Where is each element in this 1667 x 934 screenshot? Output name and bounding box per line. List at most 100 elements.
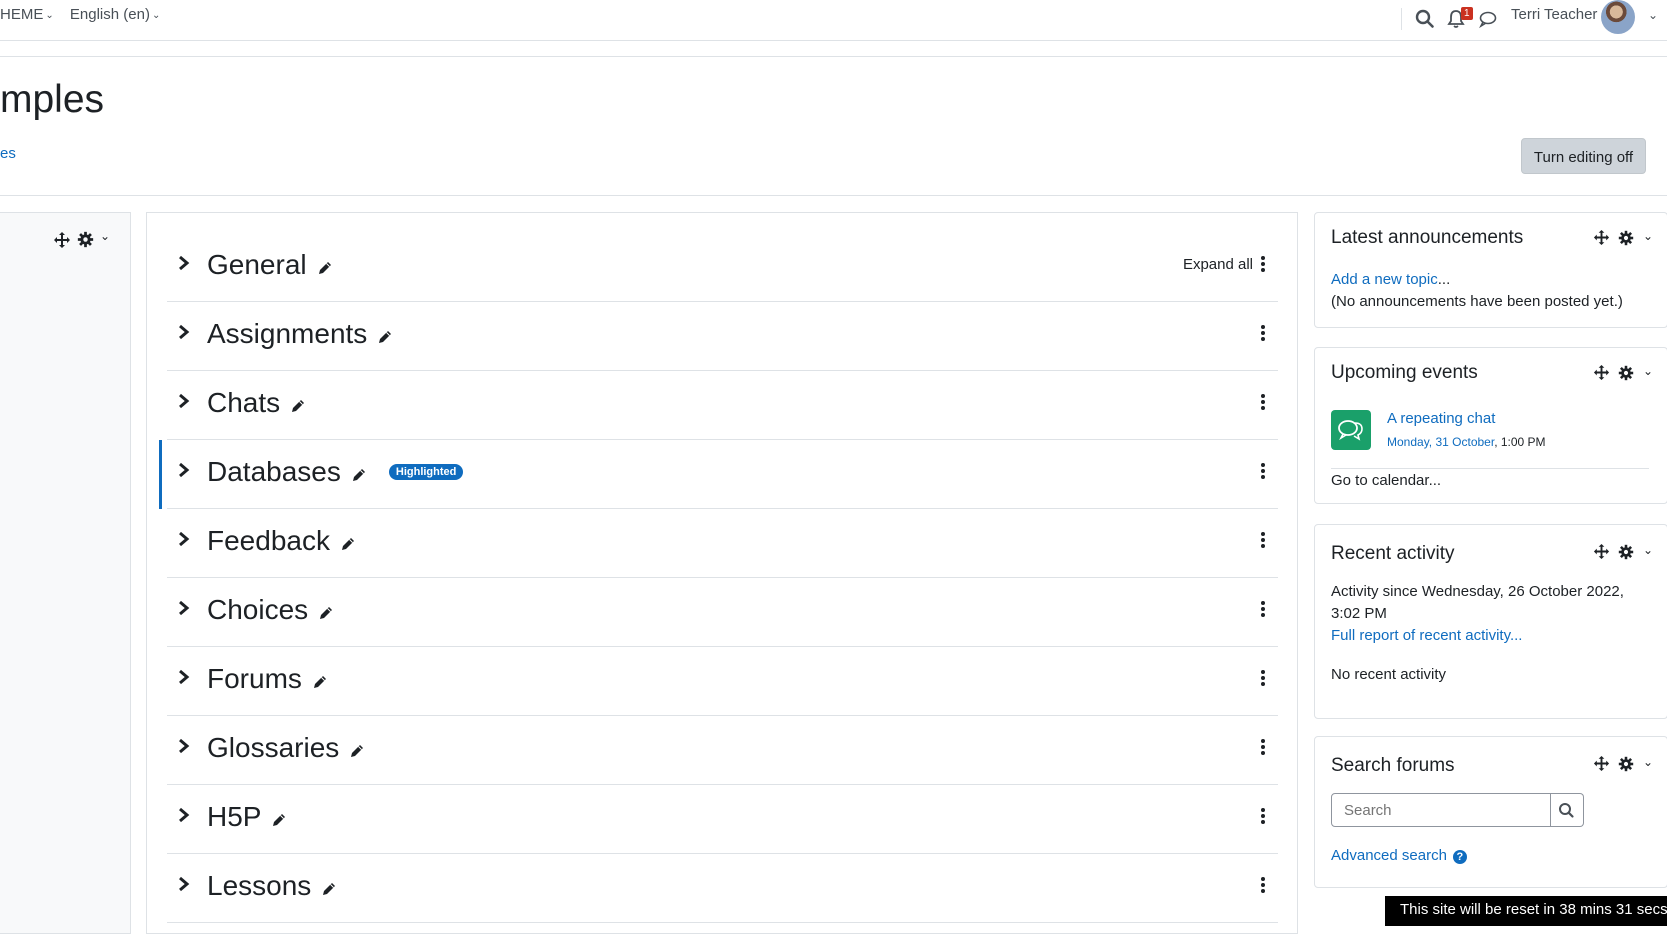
- kebab-menu-icon[interactable]: [1260, 324, 1266, 342]
- pencil-icon[interactable]: [271, 812, 287, 828]
- gear-icon[interactable]: [1618, 756, 1634, 772]
- event-date-link[interactable]: Monday, 31 October: [1387, 435, 1494, 449]
- search-forums-input[interactable]: [1331, 793, 1551, 827]
- chevron-down-icon[interactable]: ⌄: [1648, 8, 1658, 22]
- kebab-menu-icon[interactable]: [1260, 600, 1266, 618]
- language-menu-label: English (en): [69, 6, 150, 23]
- chevron-right-icon[interactable]: [177, 528, 191, 550]
- chevron-down-icon[interactable]: ⌄: [1643, 364, 1653, 378]
- move-icon[interactable]: [1593, 755, 1610, 772]
- kebab-menu-icon[interactable]: [1260, 393, 1266, 411]
- search-icon[interactable]: [1414, 8, 1436, 30]
- kebab-menu-icon[interactable]: [1260, 255, 1266, 273]
- move-icon[interactable]: [1593, 364, 1610, 381]
- kebab-menu-icon[interactable]: [1260, 807, 1266, 825]
- user-menu[interactable]: Terri Teacher: [1511, 6, 1597, 23]
- pencil-icon[interactable]: [290, 398, 306, 414]
- chevron-right-icon[interactable]: [177, 597, 191, 619]
- pencil-icon[interactable]: [377, 329, 393, 345]
- move-icon[interactable]: [1593, 229, 1610, 246]
- kebab-menu-icon[interactable]: [1260, 738, 1266, 756]
- kebab-menu-icon[interactable]: [1260, 531, 1266, 549]
- chevron-right-icon[interactable]: [177, 390, 191, 412]
- section-name[interactable]: Feedback: [207, 525, 330, 556]
- help-icon[interactable]: ?: [1452, 850, 1467, 864]
- activity-since-text: Activity since Wednesday, 26 October 202…: [1331, 583, 1624, 600]
- chevron-right-icon[interactable]: [177, 666, 191, 688]
- no-announcements-text: (No announcements have been posted yet.): [1331, 293, 1623, 310]
- pencil-icon[interactable]: [340, 536, 356, 552]
- section-title[interactable]: Assignments: [207, 318, 393, 350]
- section-title[interactable]: Lessons: [207, 870, 337, 902]
- section-name[interactable]: Glossaries: [207, 732, 339, 763]
- message-icon[interactable]: [1477, 8, 1499, 30]
- theme-menu[interactable]: HEME ⌄: [0, 6, 54, 23]
- pencil-icon[interactable]: [349, 743, 365, 759]
- course-section: Forums: [167, 647, 1278, 716]
- move-icon[interactable]: [53, 231, 71, 249]
- course-section: Assignments: [167, 302, 1278, 371]
- chevron-down-icon[interactable]: ⌄: [1643, 229, 1653, 243]
- search-icon: [1559, 803, 1574, 818]
- course-section: Glossaries: [167, 716, 1278, 785]
- event-link[interactable]: A repeating chat: [1387, 410, 1495, 427]
- recent-activity-block: Recent activity ⌄ Activity since Wednesd…: [1314, 524, 1667, 719]
- section-title[interactable]: Databases Highlighted: [207, 456, 464, 488]
- activity-since-time: 3:02 PM: [1331, 605, 1387, 622]
- chevron-down-icon[interactable]: ⌄: [100, 229, 110, 243]
- pencil-icon[interactable]: [351, 467, 367, 483]
- navbar-left: HEME ⌄ English (en) ⌄: [0, 6, 172, 23]
- full-report-link[interactable]: Full report of recent activity...: [1331, 627, 1522, 644]
- block-controls: ⌄: [1593, 543, 1653, 561]
- no-recent-activity-text: No recent activity: [1331, 666, 1447, 683]
- chevron-right-icon[interactable]: [177, 459, 191, 481]
- latest-announcements-block: Latest announcements ⌄ Add a new topic..…: [1314, 212, 1667, 328]
- section-name[interactable]: Choices: [207, 594, 308, 625]
- user-avatar[interactable]: [1601, 0, 1635, 34]
- section-name[interactable]: Lessons: [207, 870, 311, 901]
- section-name[interactable]: Forums: [207, 663, 302, 694]
- chevron-right-icon[interactable]: [177, 735, 191, 757]
- gear-icon[interactable]: [1618, 365, 1634, 381]
- kebab-menu-icon[interactable]: [1260, 462, 1266, 480]
- section-name[interactable]: Databases: [207, 456, 341, 487]
- chevron-down-icon[interactable]: ⌄: [1643, 755, 1653, 769]
- section-name[interactable]: H5P: [207, 801, 261, 832]
- chevron-down-icon[interactable]: ⌄: [1643, 543, 1653, 557]
- chevron-right-icon[interactable]: [177, 804, 191, 826]
- pencil-icon[interactable]: [317, 260, 333, 276]
- kebab-menu-icon[interactable]: [1260, 876, 1266, 894]
- search-forums-button[interactable]: [1551, 793, 1584, 827]
- section-title[interactable]: Forums: [207, 663, 328, 695]
- section-title[interactable]: Choices: [207, 594, 334, 626]
- chevron-right-icon[interactable]: [177, 873, 191, 895]
- section-title[interactable]: Chats: [207, 387, 306, 419]
- chevron-right-icon[interactable]: [177, 252, 191, 274]
- course-section: Chats: [167, 371, 1278, 440]
- highlighted-badge: Highlighted: [388, 464, 464, 480]
- chevron-right-icon[interactable]: [177, 321, 191, 343]
- go-to-calendar-link[interactable]: Go to calendar...: [1331, 472, 1441, 489]
- add-new-topic-link[interactable]: Add a new topic: [1331, 271, 1438, 288]
- notification-count-badge: 1: [1461, 7, 1473, 20]
- move-icon[interactable]: [1593, 543, 1610, 560]
- section-name[interactable]: Chats: [207, 387, 280, 418]
- kebab-menu-icon[interactable]: [1260, 669, 1266, 687]
- header-link[interactable]: es: [0, 145, 16, 162]
- turn-editing-off-button[interactable]: Turn editing off: [1521, 138, 1646, 174]
- section-name[interactable]: General: [207, 249, 307, 280]
- gear-icon[interactable]: [1618, 230, 1634, 246]
- pencil-icon[interactable]: [321, 881, 337, 897]
- language-menu[interactable]: English (en) ⌄: [70, 6, 160, 23]
- page-title: mples: [0, 78, 105, 121]
- gear-icon[interactable]: [77, 231, 94, 248]
- section-title[interactable]: Glossaries: [207, 732, 365, 764]
- pencil-icon[interactable]: [318, 605, 334, 621]
- section-name[interactable]: Assignments: [207, 318, 367, 349]
- pencil-icon[interactable]: [312, 674, 328, 690]
- advanced-search-link[interactable]: Advanced search: [1331, 847, 1447, 864]
- section-title[interactable]: H5P: [207, 801, 287, 833]
- section-title[interactable]: General: [207, 249, 333, 281]
- section-title[interactable]: Feedback: [207, 525, 356, 557]
- gear-icon[interactable]: [1618, 544, 1634, 560]
